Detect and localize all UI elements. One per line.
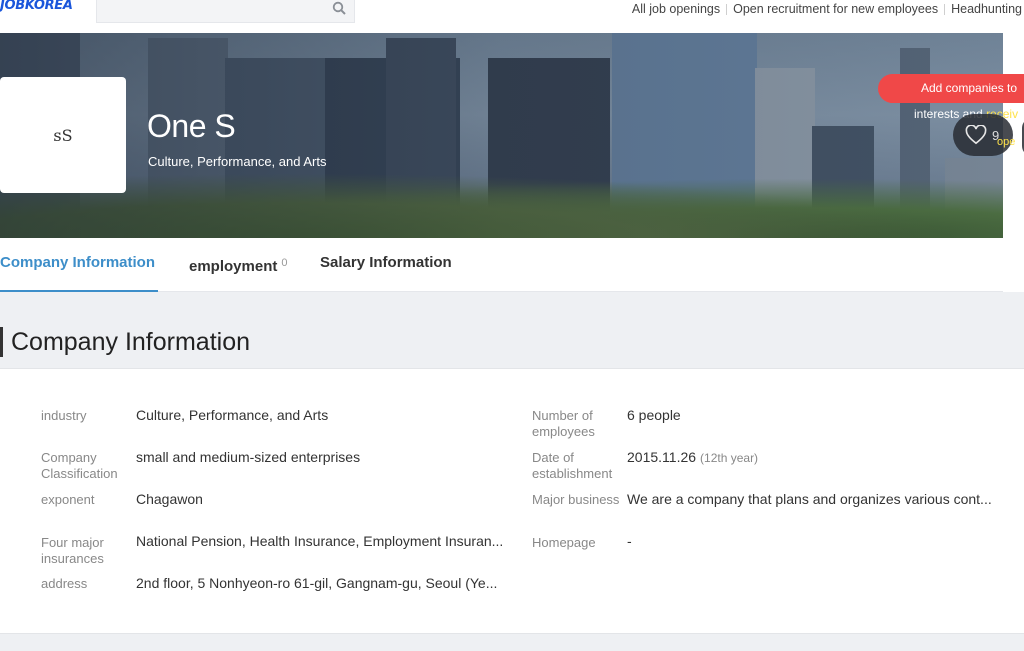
page: JOBKOREA All job openings Open recruitme… — [0, 0, 1024, 651]
info-value: Culture, Performance, and Arts — [136, 407, 329, 423]
search-icon[interactable] — [332, 1, 346, 15]
nav-all-job-openings[interactable]: All job openings — [632, 2, 720, 16]
tab-employment[interactable]: employment 0 — [189, 238, 287, 292]
info-value: 2015.11.26 (12th year) — [627, 448, 1003, 467]
nav-divider — [944, 3, 946, 15]
tab-bar: Company Information employment 0 Salary I… — [0, 238, 1003, 292]
search-input[interactable] — [97, 0, 317, 22]
heart-icon — [965, 125, 987, 145]
info-value: small and medium-sized enterprises — [136, 449, 361, 465]
jobkorea-logo[interactable]: JOBKOREA — [0, 0, 73, 13]
info-label: industry — [41, 408, 87, 423]
info-value: Chagawon — [136, 491, 203, 507]
top-bar: JOBKOREA All job openings Open recruitme… — [0, 0, 1024, 33]
info-label: Homepage — [532, 535, 596, 550]
tab-label: Salary Information — [320, 254, 452, 271]
tab-label: Company Information — [0, 254, 156, 271]
nav-divider — [726, 3, 728, 15]
tooltip-line3: ope — [997, 136, 1016, 148]
company-industry: Culture, Performance, and Arts — [148, 154, 327, 169]
info-label: address — [41, 576, 88, 591]
info-value: We are a company that plans and organize… — [627, 491, 992, 507]
company-name: One S — [147, 108, 236, 144]
nav-open-recruitment[interactable]: Open recruitment for new employees — [733, 2, 938, 16]
tab-company-information[interactable]: Company Information — [0, 238, 158, 292]
info-value: 2nd floor, 5 Nonhyeon-ro 61-gil, Gangnam… — [136, 575, 498, 591]
establishment-date: 2015.11.26 — [627, 449, 697, 465]
info-label: Four major insurances — [41, 535, 104, 566]
top-nav: All job openings Open recruitment for ne… — [632, 2, 1022, 16]
info-label: exponent — [41, 492, 95, 507]
info-label: Date of establishment — [532, 450, 613, 481]
search-box — [96, 0, 355, 23]
info-value: - — [627, 533, 632, 549]
tab-salary-information[interactable]: Salary Information — [320, 238, 452, 292]
section-title: Company Information — [0, 327, 250, 357]
company-info-card: industry Culture, Performance, and Arts … — [0, 368, 1024, 634]
years-since: (12th year) — [700, 451, 759, 465]
info-value: 6 people — [627, 407, 681, 423]
company-logo: ꜱS — [0, 77, 126, 193]
nav-headhunting[interactable]: Headhunting — [951, 2, 1022, 16]
favorite-button[interactable]: 9 — [953, 114, 1013, 156]
info-label: Number of employees — [532, 408, 595, 439]
info-value: National Pension, Health Insurance, Empl… — [136, 533, 504, 549]
tab-label: employment — [189, 258, 278, 275]
tooltip-line1: Add companies to — [921, 81, 1018, 95]
employment-count: 0 — [281, 257, 288, 269]
interest-tooltip: Add companies to — [878, 74, 1024, 103]
company-logo-mark: ꜱS — [53, 125, 73, 145]
info-label: Major business — [532, 492, 620, 507]
info-label: Company Classification — [41, 450, 118, 481]
